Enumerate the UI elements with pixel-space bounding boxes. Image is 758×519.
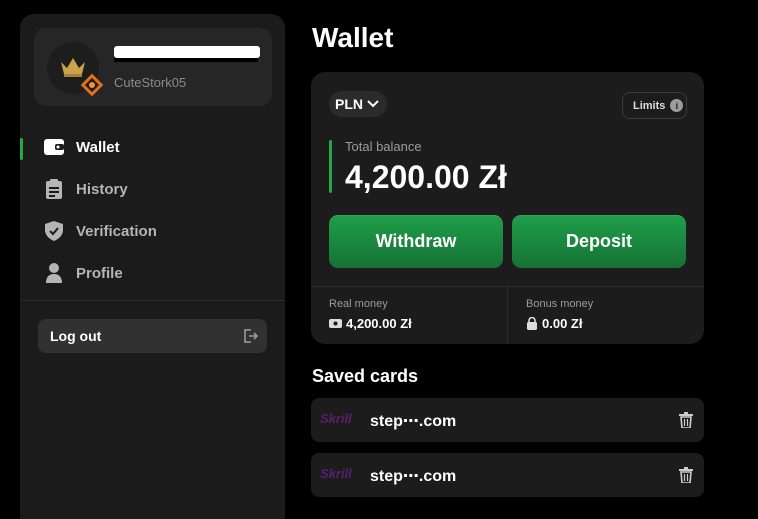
withdraw-button[interactable]: Withdraw [329, 215, 503, 268]
logout-label: Log out [50, 328, 102, 344]
sidebar-item-label: Wallet [76, 138, 120, 156]
logout-icon [242, 328, 259, 349]
sidebar-divider [20, 300, 285, 301]
bonus-money-label: Bonus money [526, 298, 594, 310]
trash-icon[interactable] [679, 412, 693, 433]
real-money-amount: 4,200.00 Zł [346, 316, 412, 331]
bonus-money-value: 0.00 Zł [526, 316, 582, 331]
bonus-money-amount: 0.00 Zł [542, 316, 583, 331]
saved-cards-title: Saved cards [312, 366, 419, 386]
real-money-label: Real money [329, 298, 388, 310]
sidebar-item-verification[interactable]: Verification [20, 210, 285, 252]
clipboard-icon [44, 179, 64, 199]
saved-card-item[interactable]: Skrill step⋯.com [311, 453, 704, 497]
shield-check-icon [44, 221, 64, 241]
profile-handle: CuteStork05 [114, 75, 187, 90]
lock-icon [527, 317, 537, 330]
level-badge-icon [80, 73, 104, 97]
info-icon: i [670, 99, 684, 112]
logout-button[interactable]: Log out [38, 319, 267, 353]
redacted-username [114, 46, 260, 58]
sidebar-nav: Wallet History Verification Profile [20, 126, 285, 294]
saved-card-item[interactable]: Skrill step⋯.com [311, 398, 704, 442]
sidebar-item-label: Verification [76, 222, 157, 240]
chevron-down-icon [367, 100, 379, 108]
real-money-value: 4,200.00 Zł [329, 316, 412, 331]
limits-label: Limits [633, 99, 666, 112]
sidebar-item-label: Profile [76, 264, 123, 282]
sidebar-item-wallet[interactable]: Wallet [20, 126, 285, 168]
sidebar-item-label: History [76, 180, 128, 198]
avatar[interactable] [47, 42, 104, 97]
column-divider [507, 286, 508, 344]
trash-icon[interactable] [679, 467, 693, 488]
saved-card-email: step⋯.com [370, 413, 457, 430]
deposit-button[interactable]: Deposit [512, 215, 686, 268]
balance-value: 4,200.00 Zł [345, 159, 507, 195]
cash-icon [329, 319, 342, 328]
currency-select[interactable]: PLN [329, 91, 387, 117]
sidebar-item-profile[interactable]: Profile [20, 252, 285, 294]
user-icon [44, 263, 64, 283]
skrill-logo: Skrill [320, 411, 352, 426]
wallet-icon [44, 137, 64, 157]
balance-label: Total balance [345, 139, 422, 154]
page-title: Wallet [312, 22, 394, 53]
currency-value: PLN [335, 96, 363, 112]
balance-accent-bar [329, 140, 332, 193]
skrill-logo: Skrill [320, 466, 352, 481]
sidebar: CuteStork05 Wallet History Verification … [20, 14, 285, 519]
limits-button[interactable]: Limits i [622, 92, 687, 119]
wallet-card: PLN Limits i Total balance 4,200.00 Zł W… [311, 72, 704, 344]
profile-card[interactable]: CuteStork05 [34, 28, 272, 106]
saved-card-email: step⋯.com [370, 468, 457, 485]
sidebar-item-history[interactable]: History [20, 168, 285, 210]
redaction-line [114, 58, 258, 62]
